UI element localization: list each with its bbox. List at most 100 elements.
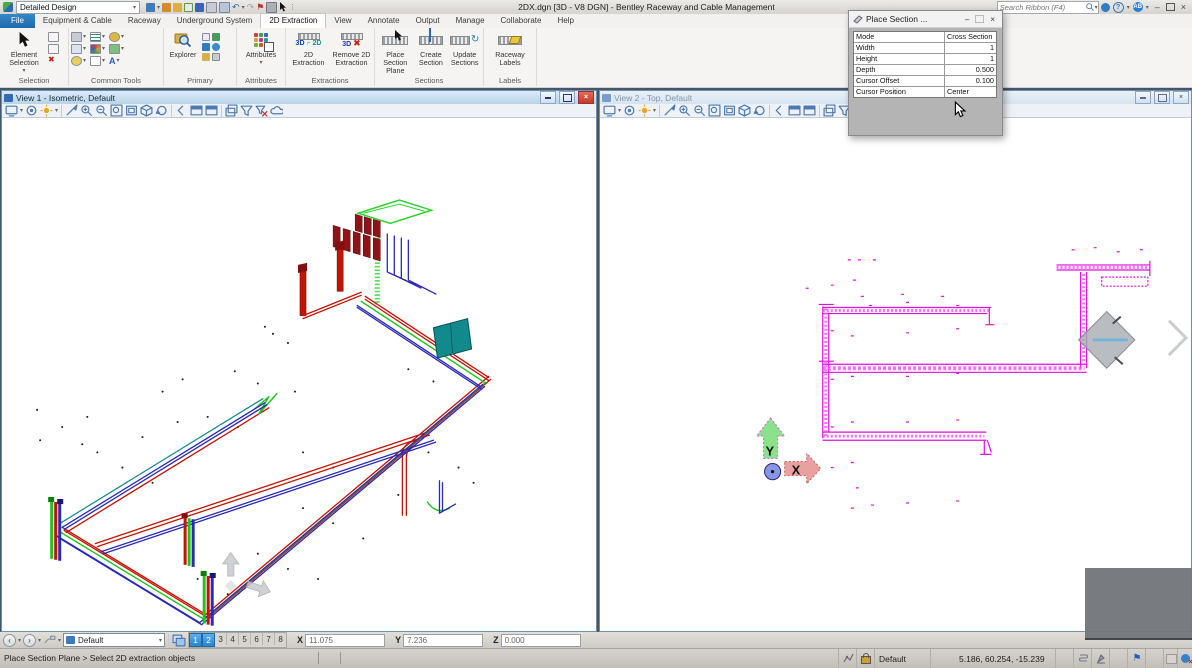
undo-icon[interactable]: ↶ [232, 3, 240, 12]
grid-icon[interactable] [212, 53, 220, 61]
dialog-minimize-button[interactable]: – [962, 15, 972, 24]
workset-selector[interactable]: Detailed Design ▾ [16, 1, 140, 14]
tab-2d-extraction[interactable]: 2D Extraction [260, 13, 326, 28]
tab-equipment-cable[interactable]: Equipment & Cable [35, 14, 120, 28]
dialog-close-button[interactable]: × [987, 15, 998, 24]
tab-help[interactable]: Help [549, 14, 581, 28]
view1-close-button[interactable]: × [578, 91, 594, 104]
chevron-down-icon[interactable]: ▾ [1127, 4, 1130, 11]
overflow-icon[interactable]: ⋮ [289, 3, 296, 12]
chevron-down-icon[interactable]: ▾ [157, 4, 160, 11]
view-previous-icon[interactable] [175, 104, 188, 117]
tab-raceway[interactable]: Raceway [120, 14, 169, 28]
raceway-labels-button[interactable]: Raceway Labels [487, 30, 533, 67]
tools-icon[interactable] [162, 3, 171, 12]
clip-volume-icon[interactable] [240, 104, 253, 117]
view-display-icon[interactable] [5, 104, 18, 117]
setting-value[interactable]: 0.500 [945, 65, 996, 75]
setting-value[interactable]: 0.100 [945, 76, 996, 86]
ribbon-search[interactable]: ▾ [997, 1, 1099, 14]
explorer-button[interactable]: Explorer [166, 30, 200, 59]
view-previous-button[interactable]: ‹ [3, 634, 16, 647]
notifications-icon[interactable] [1101, 3, 1110, 12]
zoom-out-icon[interactable] [95, 104, 108, 117]
view-window2-icon[interactable] [803, 104, 816, 117]
chevron-down-icon[interactable]: ▾ [20, 107, 23, 114]
setting-value[interactable]: Center [945, 87, 996, 97]
saved-views-icon[interactable] [270, 104, 283, 117]
rotate-view-cube-icon[interactable] [140, 104, 153, 117]
tab-underground-system[interactable]: Underground System [169, 14, 261, 28]
palette-icon[interactable]: ▾ [90, 43, 105, 54]
lock-cell[interactable] [856, 649, 875, 668]
chevron-down-icon[interactable]: ▾ [618, 107, 621, 114]
view-toggle-2[interactable]: 2 [202, 633, 215, 647]
redo-icon[interactable]: ↷ [247, 3, 255, 12]
rotate-view-cube-icon[interactable] [738, 104, 751, 117]
active-model-cell[interactable]: Default [874, 649, 935, 668]
dialog-titlebar[interactable]: Place Section ... – × [849, 11, 1002, 28]
view-window1-icon[interactable] [788, 104, 801, 117]
window-status-cell[interactable] [1163, 649, 1178, 668]
view2-close-button[interactable]: × [1173, 91, 1189, 104]
view2-canvas[interactable]: Y X [600, 118, 1191, 631]
lighting-icon[interactable] [40, 104, 53, 117]
search-input[interactable] [998, 3, 1085, 12]
setting-value[interactable]: 1 [945, 54, 996, 64]
move-copy-icon[interactable]: ▾ [71, 43, 86, 54]
image-tool-icon[interactable]: ▾ [109, 43, 124, 54]
clip-mask-icon[interactable] [255, 104, 268, 117]
x-coordinate-input[interactable] [305, 634, 385, 647]
lighting-icon[interactable] [638, 104, 651, 117]
annotation-status-cell[interactable] [1091, 649, 1110, 668]
references-icon[interactable] [202, 43, 210, 51]
cursor-tool-icon[interactable] [279, 2, 287, 12]
view-display-icon[interactable] [603, 104, 616, 117]
models-icon[interactable] [212, 33, 220, 41]
fence-mode-icon[interactable] [48, 44, 59, 54]
update-view-icon[interactable] [663, 104, 676, 117]
place-section-plane-button[interactable]: Place Section Plane [377, 30, 414, 75]
pan-view-icon[interactable] [753, 104, 766, 117]
view-toggles-icon[interactable] [172, 634, 186, 647]
chevron-down-icon[interactable]: ▾ [653, 107, 656, 114]
view1-canvas[interactable] [2, 118, 596, 631]
view-toggle-1[interactable]: 1 [189, 633, 202, 647]
chevron-down-icon[interactable]: ▾ [18, 637, 21, 644]
tab-file[interactable]: File [0, 14, 35, 28]
view2-minimize-button[interactable] [1135, 91, 1151, 104]
element-selection-button[interactable]: Element Selection ▾ [2, 30, 46, 75]
help-icon[interactable]: ? [1113, 2, 1124, 13]
view-next-button[interactable]: › [23, 634, 36, 647]
import-icon[interactable] [219, 2, 230, 13]
connection-status-cell[interactable]: × [1177, 649, 1192, 668]
chevron-down-icon[interactable]: ▾ [242, 4, 245, 11]
tab-collaborate[interactable]: Collaborate [493, 14, 550, 28]
view-toggle-6[interactable]: 6 [251, 633, 263, 645]
info-icon[interactable] [212, 43, 220, 51]
chevron-down-icon[interactable]: ▾ [1146, 4, 1149, 11]
close-button[interactable]: × [1178, 2, 1189, 12]
view-toggle-3[interactable]: 3 [215, 633, 227, 645]
view-toggle-7[interactable]: 7 [263, 633, 275, 645]
view-window2-icon[interactable] [205, 104, 218, 117]
zoom-in-icon[interactable] [80, 104, 93, 117]
chevron-down-icon[interactable]: ▾ [55, 107, 58, 114]
settings-grid-icon[interactable] [146, 3, 155, 12]
view-toggle-5[interactable]: 5 [239, 633, 251, 645]
window-area-icon[interactable] [110, 104, 123, 117]
tab-view[interactable]: View [326, 14, 359, 28]
chevron-down-icon[interactable]: ▾ [58, 637, 61, 644]
view-previous-icon[interactable] [773, 104, 786, 117]
attributes-button[interactable]: Attributes ▾ [239, 30, 283, 67]
save-as-icon[interactable] [206, 2, 217, 13]
y-coordinate-input[interactable] [403, 634, 483, 647]
render-mode-icon[interactable] [25, 104, 38, 117]
new-file-icon[interactable] [184, 3, 193, 12]
setting-value[interactable]: Cross Section [945, 32, 996, 42]
view2-maximize-button[interactable] [1154, 91, 1170, 104]
tab-annotate[interactable]: Annotate [360, 14, 408, 28]
clear-selection-icon[interactable]: ✖ [48, 56, 59, 64]
2d-extraction-button[interactable]: 3D ⌐ 2D 2D Extraction [288, 30, 329, 67]
document-icon[interactable] [202, 33, 210, 41]
